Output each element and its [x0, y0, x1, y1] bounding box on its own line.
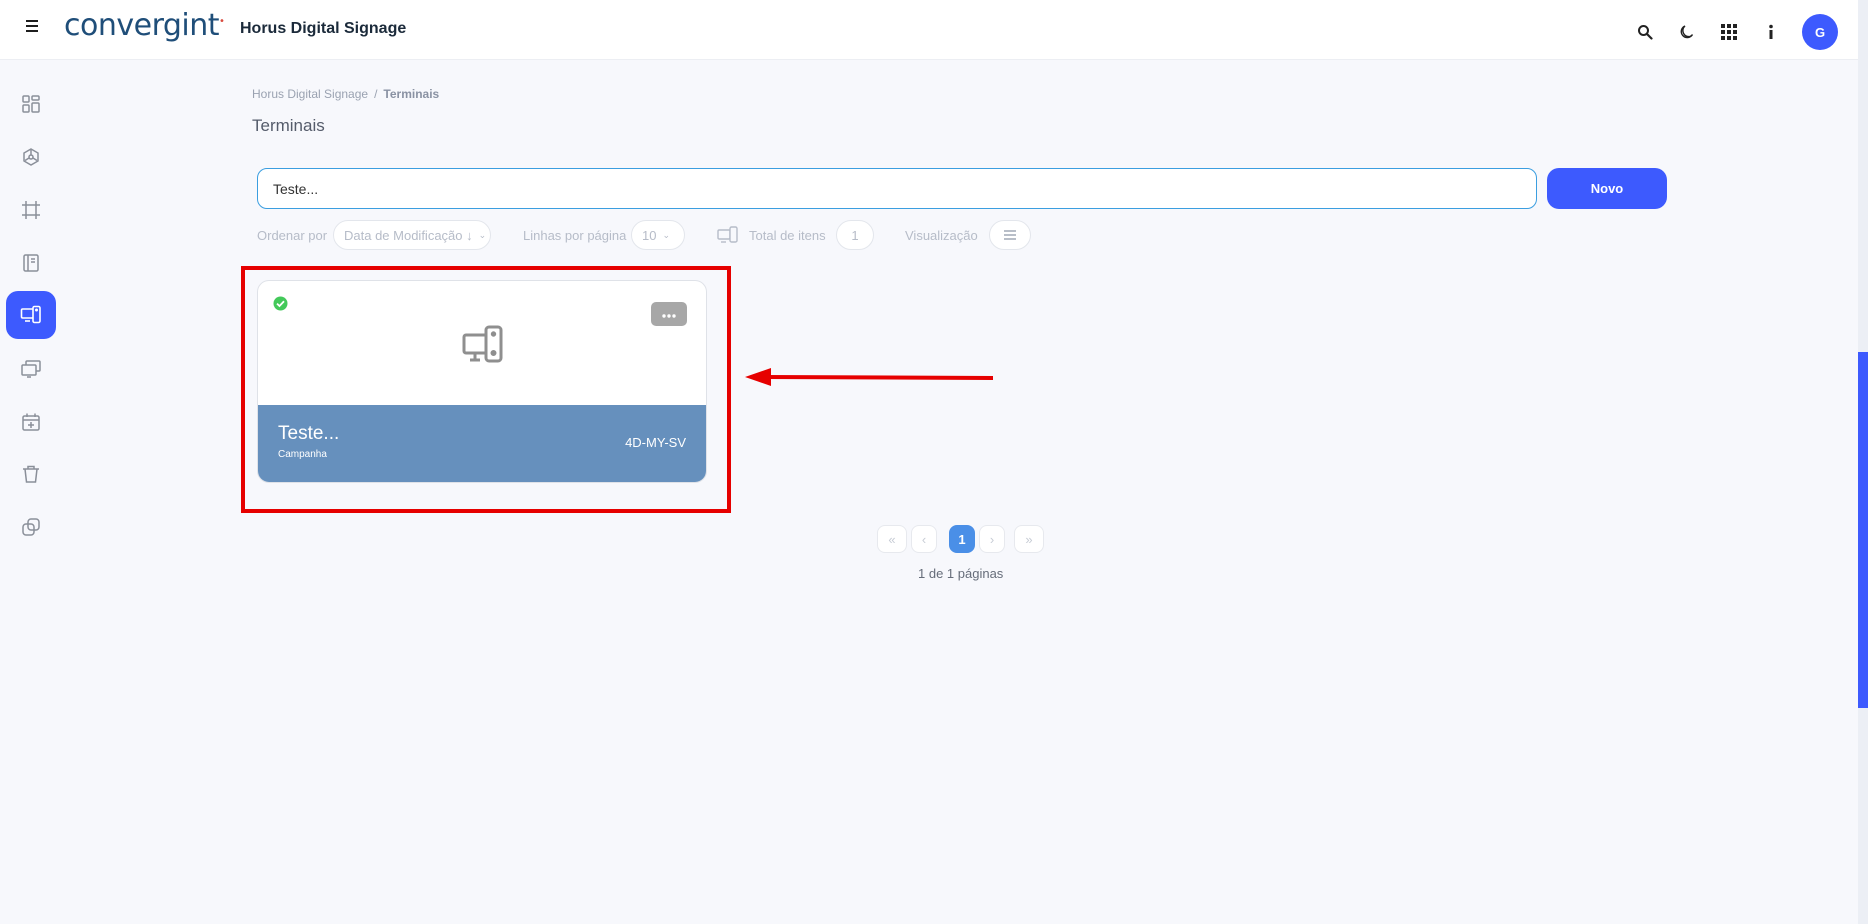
first-page-button[interactable]: « — [877, 525, 907, 553]
prev-page-button[interactable]: ‹ — [911, 525, 937, 553]
logo[interactable]: convergint• — [64, 8, 225, 43]
last-page-button[interactable]: » — [1014, 525, 1044, 553]
order-label: Ordenar por — [257, 228, 328, 243]
new-button[interactable]: Novo — [1547, 168, 1667, 209]
breadcrumb: Horus Digital Signage / Terminais — [252, 87, 439, 101]
view-toggle[interactable] — [989, 220, 1031, 250]
rows-select[interactable]: 10 ⌄ — [631, 220, 685, 250]
breadcrumb-current: Terminais — [383, 87, 440, 101]
crop-frame-icon[interactable] — [6, 186, 56, 234]
avatar-initial: G — [1814, 24, 1826, 40]
breadcrumb-root[interactable]: Horus Digital Signage — [252, 87, 368, 101]
terminal-devices-icon — [717, 226, 739, 247]
total-value: 1 — [851, 227, 859, 243]
top-bar: convergint• Horus Digital Signage G — [0, 0, 1858, 60]
menu-icon[interactable] — [26, 20, 42, 36]
link-icon[interactable] — [6, 503, 56, 551]
monitors-icon[interactable] — [6, 345, 56, 393]
view-label: Visualização — [905, 228, 978, 243]
notebook-icon[interactable] — [6, 239, 56, 287]
avatar[interactable]: G — [1802, 14, 1838, 50]
terminal-device-icon — [462, 325, 506, 370]
list-view-icon — [1004, 228, 1016, 243]
chevron-down-icon: ⌄ — [662, 229, 671, 240]
terminal-code: 4D-MY-SV — [625, 435, 686, 450]
terminal-card[interactable]: Teste... Campanha 4D-MY-SV — [257, 280, 707, 483]
annotation-arrow — [745, 365, 995, 396]
status-ok-icon — [273, 296, 288, 311]
card-footer: Teste... Campanha 4D-MY-SV — [258, 405, 706, 482]
hexagon-network-icon[interactable] — [6, 133, 56, 181]
total-label: Total de itens — [749, 228, 826, 243]
logo-text: convergint — [64, 8, 220, 43]
top-actions: G — [1634, 14, 1838, 50]
terminal-name: Teste... — [278, 423, 340, 444]
terminal-devices-icon[interactable] — [6, 291, 56, 339]
page-title: Terminais — [252, 116, 325, 135]
search-input[interactable] — [257, 168, 1537, 209]
app-title: Horus Digital Signage — [240, 20, 407, 37]
breadcrumb-separator: / — [374, 87, 378, 101]
scrollbar-thumb[interactable] — [1858, 352, 1868, 708]
next-page-button[interactable]: › — [979, 525, 1005, 553]
dashboard-icon[interactable] — [6, 80, 56, 128]
terminal-campaign: Campanha — [278, 449, 327, 460]
more-icon — [662, 305, 676, 323]
rows-value: 10 — [642, 227, 657, 243]
info-icon[interactable] — [1760, 21, 1782, 43]
total-count: 1 — [836, 220, 874, 250]
chevron-down-icon: ⌄ — [478, 229, 487, 240]
calendar-plus-icon[interactable] — [6, 398, 56, 446]
search-icon[interactable] — [1634, 21, 1656, 43]
order-select[interactable]: Data de Modificação ↓ ⌄ — [333, 220, 491, 250]
sidebar — [0, 60, 64, 924]
pagination-info: 1 de 1 páginas — [918, 566, 1004, 581]
page-button-current[interactable]: 1 — [949, 525, 975, 553]
rows-label: Linhas por página — [523, 228, 627, 243]
apps-grid-icon[interactable] — [1718, 21, 1740, 43]
trash-icon[interactable] — [6, 450, 56, 498]
more-options-button[interactable] — [651, 302, 687, 326]
moon-icon[interactable] — [1676, 21, 1698, 43]
order-value: Data de Modificação ↓ — [344, 227, 473, 243]
